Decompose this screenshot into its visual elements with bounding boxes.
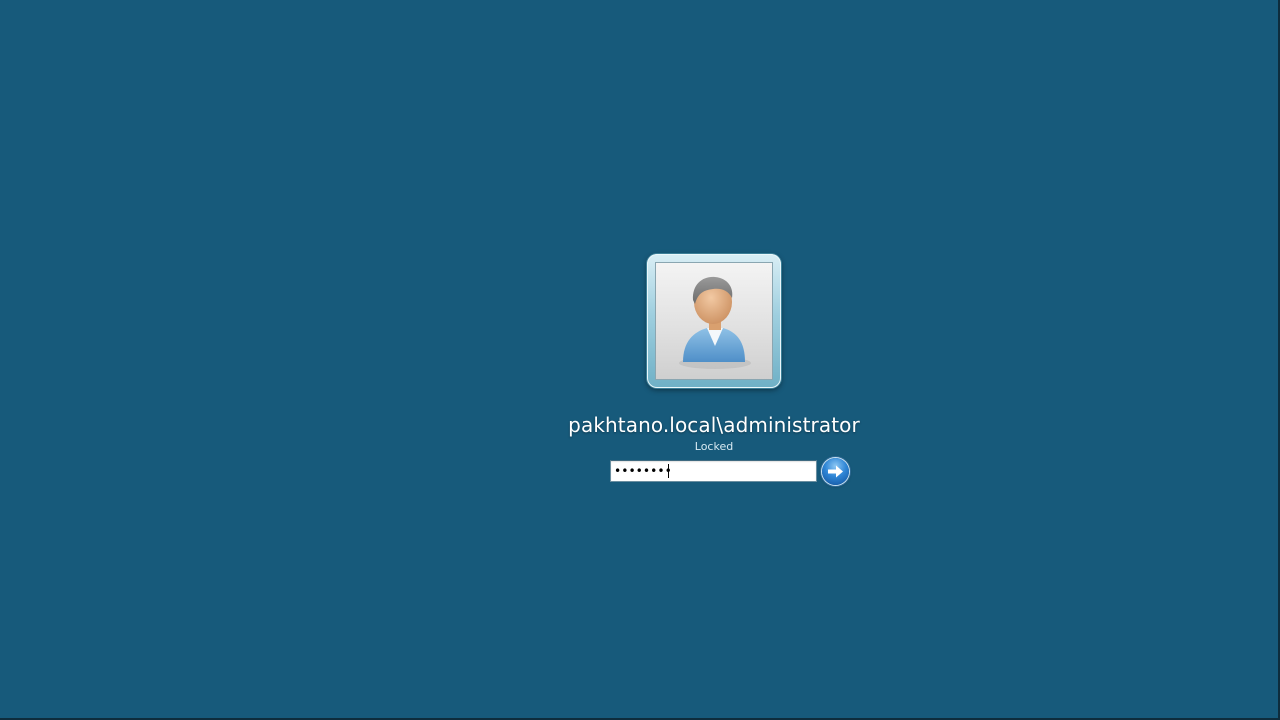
text-caret xyxy=(668,464,669,478)
lock-screen: pakhtano.local\administrator Locked xyxy=(0,0,1280,720)
password-field[interactable] xyxy=(610,460,817,482)
username-label: pakhtano.local\administrator xyxy=(568,413,860,437)
user-tile xyxy=(647,254,781,388)
submit-button[interactable] xyxy=(822,458,849,485)
arrow-right-icon xyxy=(828,465,843,478)
status-label: Locked xyxy=(694,440,734,453)
user-avatar-icon xyxy=(655,262,773,380)
login-panel: pakhtano.local\administrator Locked xyxy=(0,254,1280,494)
